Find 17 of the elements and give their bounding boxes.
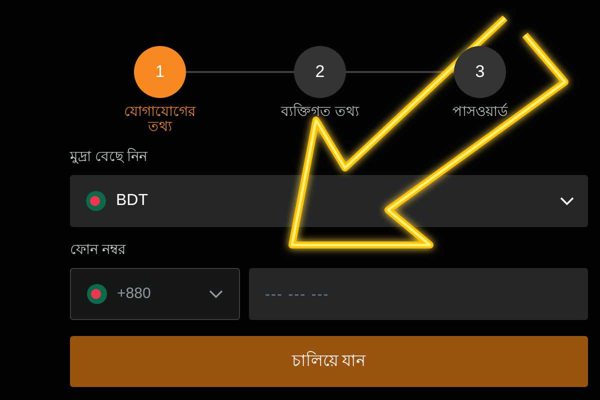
field-label: মুদ্রা বেছে নিন <box>70 147 148 166</box>
step-label: যোগাযোগের তথ্য <box>123 104 197 134</box>
chevron-down-icon <box>560 196 574 206</box>
bangladesh-flag-icon <box>86 191 106 211</box>
field-label: ফোন নম্বর <box>70 240 127 259</box>
step-label: পাসওয়ার্ড <box>452 104 509 119</box>
currency-value: BDT <box>116 191 148 211</box>
currency-select[interactable]: BDT <box>70 175 588 227</box>
step-circle[interactable]: 2 <box>294 46 346 98</box>
phone-input[interactable]: --- --- --- <box>249 268 588 320</box>
bangladesh-flag-icon <box>87 284 107 304</box>
country-code-select[interactable]: +880 <box>70 268 240 320</box>
chevron-down-icon <box>209 289 223 299</box>
step-label: ব্যক্তিগত তথ্য <box>280 104 360 119</box>
step-circle[interactable]: 3 <box>454 46 506 98</box>
country-code: +880 <box>117 284 151 304</box>
continue-button[interactable]: চালিয়ে যান <box>70 336 588 387</box>
